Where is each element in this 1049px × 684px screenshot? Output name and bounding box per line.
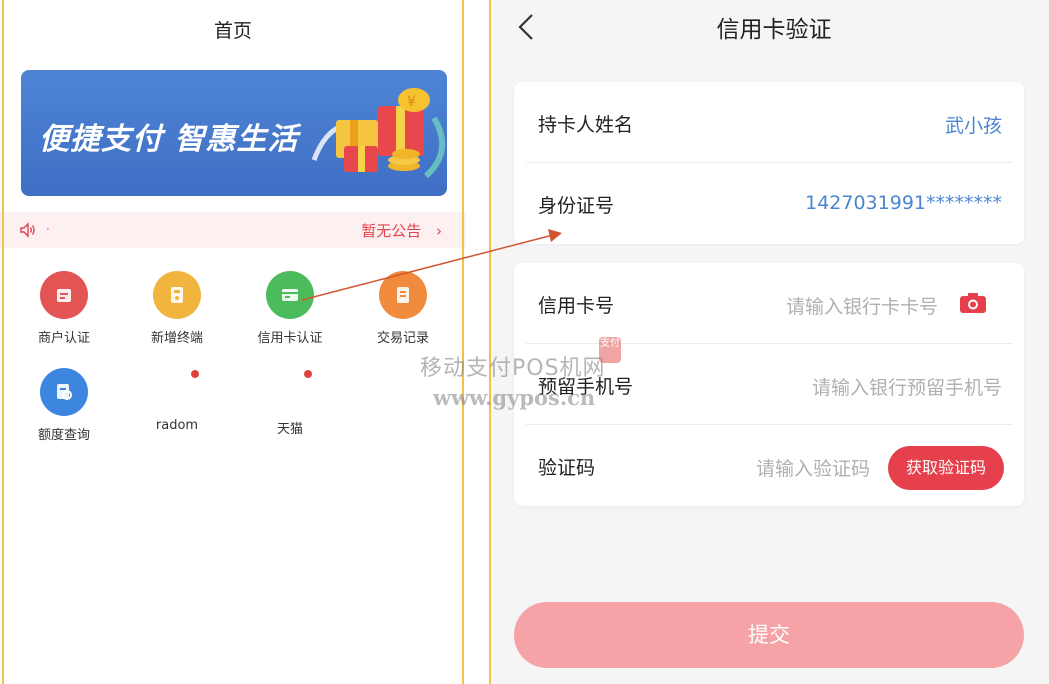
notice-label: 暂无公告 — [361, 222, 422, 240]
grid-item-limit-query[interactable]: 额度查询 — [14, 368, 114, 443]
phone-frame-border — [2, 0, 4, 684]
screenshot-root: 首页 便捷支付 智惠生活 ¥ · 暂无公告 › 商户认证 新增终端 信用卡认证 … — [0, 0, 1049, 684]
credit-card-verify-screen: 信用卡验证 持卡人姓名 武小孩 身份证号 1427031991******** … — [491, 0, 1049, 684]
verification-code-input[interactable]: 请输入验证码 — [756, 454, 870, 481]
notice-bar[interactable]: · 暂无公告 › — [0, 212, 466, 248]
verification-code-row: 验证码 请输入验证码 获取验证码 — [526, 425, 1012, 506]
grid-label: 新增终端 — [150, 331, 203, 346]
store-icon — [40, 271, 88, 319]
grid-label: 天猫 — [276, 422, 303, 437]
cardholder-name-value: 武小孩 — [944, 115, 1002, 137]
grid-item-add-terminal[interactable]: 新增终端 — [127, 271, 227, 346]
dot-icon — [191, 370, 199, 378]
cardholder-name-label: 持卡人姓名 — [538, 114, 634, 136]
gift-illustration-icon: ¥ — [311, 88, 446, 179]
verification-code-label: 验证码 — [538, 457, 596, 479]
grid-item-transaction-records[interactable]: 交易记录 — [353, 271, 453, 346]
nav-bar: 信用卡验证 — [491, 0, 1047, 58]
watermark-seal: 支付 — [599, 337, 621, 363]
home-screen: 首页 便捷支付 智惠生活 ¥ · 暂无公告 › 商户认证 新增终端 信用卡认证 … — [0, 0, 466, 684]
id-number-label: 身份证号 — [538, 195, 615, 217]
grid-label: 商户认证 — [37, 331, 90, 346]
notice-text: 暂无公告 › — [361, 220, 442, 241]
grid-item-credit-card-auth[interactable]: 信用卡认证 — [240, 271, 340, 346]
banner-slogan: 便捷支付 智惠生活 — [39, 122, 299, 157]
camera-icon[interactable] — [958, 291, 988, 315]
svg-text:¥: ¥ — [407, 94, 416, 110]
chevron-right-icon: › — [436, 222, 442, 240]
notice-separator: · — [46, 222, 50, 236]
grid-label: radom — [155, 418, 199, 433]
page-title: 信用卡验证 — [716, 17, 832, 43]
grid-item-radom[interactable]: radom — [127, 368, 227, 433]
grid-label: 信用卡认证 — [257, 331, 323, 346]
id-number-value: 1427031991******** — [805, 192, 1002, 214]
phone-frame-border — [462, 0, 464, 684]
speaker-icon — [20, 222, 35, 238]
id-number-row: 身份证号 1427031991******** — [526, 163, 1012, 244]
terminal-icon — [153, 271, 201, 319]
watermark-text: 移动支付POS机网 — [420, 356, 606, 381]
card-number-input[interactable]: 请输入银行卡卡号 — [786, 292, 938, 319]
credit-card-icon — [266, 271, 314, 319]
page-title: 首页 — [213, 20, 252, 42]
cardholder-name-row: 持卡人姓名 武小孩 — [526, 82, 1012, 163]
grid-label: 交易记录 — [376, 331, 429, 346]
reserved-phone-input[interactable]: 请输入银行预留手机号 — [812, 373, 1002, 400]
card-number-label: 信用卡号 — [538, 295, 615, 317]
grid-item-merchant-auth[interactable]: 商户认证 — [14, 271, 114, 346]
card-number-row: 信用卡号 请输入银行卡卡号 — [526, 263, 1012, 344]
records-icon — [379, 271, 427, 319]
grid-item-tmall[interactable]: 天猫 — [240, 368, 340, 437]
promo-banner[interactable]: 便捷支付 智惠生活 ¥ — [21, 70, 447, 196]
watermark-url: www.gypos.cn — [433, 385, 596, 410]
grid-label: 额度查询 — [37, 428, 90, 443]
limit-query-icon — [40, 368, 88, 416]
get-code-button[interactable]: 获取验证码 — [888, 446, 1004, 490]
cardholder-info-card: 持卡人姓名 武小孩 身份证号 1427031991******** — [514, 82, 1024, 244]
submit-button[interactable]: 提交 — [514, 602, 1024, 668]
dot-icon — [304, 370, 312, 378]
